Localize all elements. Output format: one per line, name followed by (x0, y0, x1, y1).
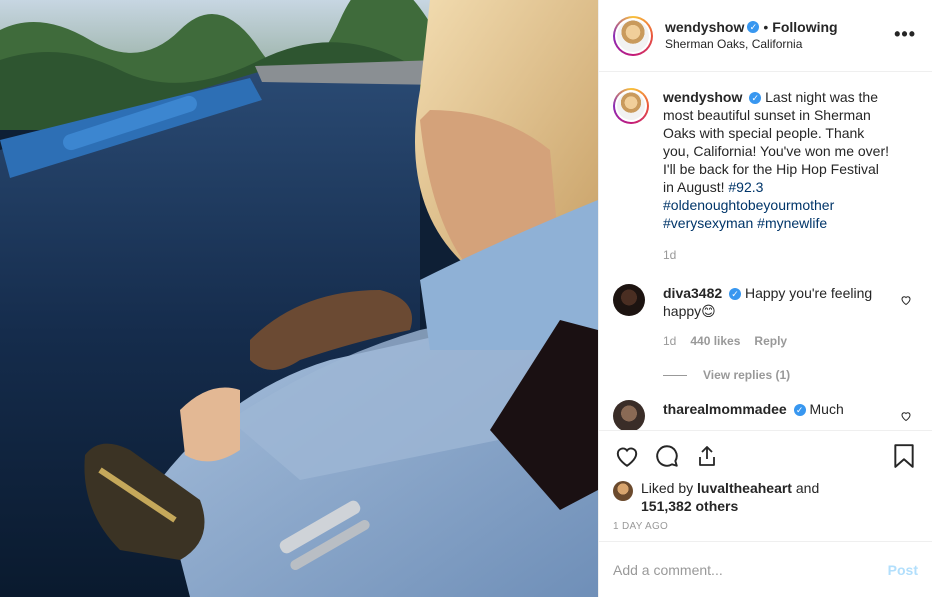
replies-line (663, 374, 687, 376)
verified-badge-icon: ✓ (747, 21, 760, 33)
hashtag[interactable]: #verysexyman (663, 215, 753, 231)
post-actions: Liked by luvaltheaheart and 151,382 othe… (599, 430, 932, 532)
more-options-icon[interactable]: ••• (894, 24, 916, 45)
commenter-avatar[interactable] (613, 400, 645, 430)
add-comment-bar: Post (599, 541, 932, 597)
likes-summary: Liked by luvaltheaheart and 151,382 othe… (613, 479, 918, 515)
post-photo[interactable] (0, 0, 598, 597)
like-heart-icon[interactable] (613, 442, 641, 470)
comment-text: Much (809, 401, 844, 417)
comment-likes[interactable]: 440 likes (690, 332, 740, 350)
likes-count[interactable]: 151,382 others (641, 498, 738, 514)
comment-item: diva3482 ✓ Happy you're feeling happy😊 1… (613, 284, 916, 350)
liked-by-user[interactable]: luvaltheaheart (697, 480, 792, 496)
hashtag[interactable]: #mynewlife (757, 215, 827, 231)
separator-dot: • (763, 18, 769, 35)
post-location[interactable]: Sherman Oaks, California (665, 36, 838, 53)
liker-avatar[interactable] (613, 481, 633, 501)
liked-by-label: Liked by (641, 480, 694, 496)
like-comment-icon[interactable] (900, 410, 912, 422)
following-button[interactable]: Following (772, 19, 837, 36)
hashtag[interactable]: #oldenoughtobeyourmother (663, 197, 834, 213)
hashtag[interactable]: #92.3 (728, 179, 763, 195)
post-image (0, 0, 598, 597)
caption-time[interactable]: 1d (663, 246, 676, 264)
commenter-username[interactable]: tharealmommadee (663, 401, 787, 417)
share-icon[interactable] (693, 442, 721, 470)
post-details-panel: wendyshow ✓ • Following Sherman Oaks, Ca… (598, 0, 932, 597)
caption-username[interactable]: wendyshow (663, 89, 742, 105)
author-username[interactable]: wendyshow (665, 19, 744, 36)
liked-by-and: and (795, 480, 820, 496)
comment-bubble-icon[interactable] (653, 442, 681, 470)
post-timestamp[interactable]: 1 DAY AGO (613, 521, 918, 532)
post-header: wendyshow ✓ • Following Sherman Oaks, Ca… (599, 0, 932, 72)
caption: wendyshow ✓ Last night was the most beau… (613, 88, 916, 264)
caption-avatar[interactable] (613, 88, 649, 124)
commenter-username[interactable]: diva3482 (663, 285, 722, 301)
bookmark-icon[interactable] (890, 442, 918, 470)
author-avatar[interactable] (613, 15, 653, 56)
like-comment-icon[interactable] (900, 294, 912, 306)
comment-input[interactable] (613, 561, 888, 578)
verified-badge-icon: ✓ (793, 404, 806, 417)
view-replies-button[interactable]: View replies (1) (663, 368, 916, 382)
comment-time[interactable]: 1d (663, 332, 676, 350)
verified-badge-icon: ✓ (749, 92, 762, 105)
commenter-avatar[interactable] (613, 284, 645, 316)
post-comment-button[interactable]: Post (888, 562, 918, 578)
reply-button[interactable]: Reply (754, 332, 787, 350)
verified-badge-icon: ✓ (729, 288, 742, 301)
comment-item: tharealmommadee ✓ Much (613, 400, 916, 430)
comments-section[interactable]: wendyshow ✓ Last night was the most beau… (599, 72, 932, 430)
comment-emoji: 😊 (701, 303, 716, 319)
view-replies-label: View replies (1) (703, 368, 791, 382)
